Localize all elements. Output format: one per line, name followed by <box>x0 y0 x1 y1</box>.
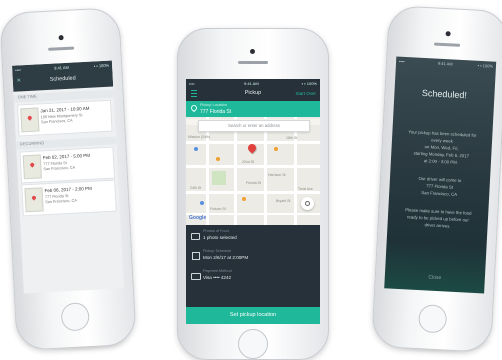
poi-marker <box>216 157 220 161</box>
nav-bar: •••• 9:41 AM ▪ ▪ 100% × Scheduled <box>11 60 114 92</box>
street-label: 22nd St <box>242 160 255 164</box>
speaker-grille <box>48 46 75 51</box>
street-label: 24th St <box>190 186 202 190</box>
map-pin-icon <box>31 194 37 201</box>
phone-scheduled-confirmation: •••• 9:41 AM ▪ ▪ 100% Scheduled! Your pi… <box>371 5 502 353</box>
search-input[interactable]: Search or enter an address <box>198 120 310 132</box>
battery-status: ▪ ▪ 100% <box>93 62 110 69</box>
detail-label: Payment Method <box>203 269 232 273</box>
phone-scheduled-list: •••• 9:41 AM ▪ ▪ 100% × Scheduled ONE TI… <box>0 7 137 351</box>
cta-label: Set pickup location <box>229 312 277 318</box>
poi-marker <box>242 197 246 201</box>
status-bar: •••• 9:41 AM ▪ ▪ 100% <box>186 79 320 88</box>
pickup-location-label: Pickup Location <box>200 103 227 107</box>
status-bar: •••• 9:41 AM ▪ ▪ 100% <box>396 57 496 71</box>
front-camera <box>250 49 255 54</box>
street <box>294 117 297 225</box>
status-time: 9:41 AM <box>437 60 453 67</box>
street <box>206 117 209 225</box>
detail-value: Mon 2/6/17 at 2:00PM <box>203 255 249 260</box>
close-button[interactable]: Close <box>385 272 485 283</box>
set-pickup-location-button[interactable]: Set pickup location <box>186 307 320 324</box>
location-pin-icon <box>189 103 199 113</box>
details-panel: Photos of Food 1 photo selected Pickup S… <box>186 225 320 307</box>
map-pin-icon <box>29 162 36 168</box>
battery-status: ▪ ▪ 100% <box>301 81 317 86</box>
status-bar: •••• 9:41 AM ▪ ▪ 100% <box>12 61 112 75</box>
pickup-pin-icon[interactable] <box>246 142 258 154</box>
screen: •••• 9:41 AM ▪ ▪ 100% × Scheduled ONE TI… <box>11 60 124 294</box>
crosshair-icon <box>305 201 310 206</box>
pickup-city: San Francisco, CA <box>45 198 77 205</box>
street-label: Harrison St <box>268 173 286 177</box>
list-item[interactable]: Jan 21, 2017 - 10:00 AM 180 New Montgome… <box>17 99 113 137</box>
street-label: Florida St <box>246 181 261 185</box>
carrier-signal: •••• <box>15 67 21 73</box>
detail-value: 1 photo selected <box>203 235 237 240</box>
street-label: Mission (24th) <box>188 135 210 139</box>
start-over-button[interactable]: Start Over <box>295 91 316 96</box>
screen: •••• 9:41 AM ▪ ▪ 100% Pickup Start Over … <box>186 79 320 324</box>
street <box>264 117 267 225</box>
map-view[interactable]: Mission (24th) 22nd St Harrison St Flori… <box>186 117 320 225</box>
map-thumbnail <box>22 154 42 180</box>
poi-marker <box>194 147 198 151</box>
camera-icon <box>191 233 200 240</box>
map-thumbnail <box>20 107 40 133</box>
status-time: 9:41 AM <box>54 64 69 71</box>
poi-marker <box>274 147 278 151</box>
pickup-city: San Francisco, CA <box>40 118 73 125</box>
list-item[interactable]: Feb 02, 2017 - 5:00 PM 777 Florida St Sa… <box>19 146 116 184</box>
pickup-location-value: 777 Florida St <box>200 109 232 115</box>
calendar-icon <box>192 252 200 260</box>
home-button[interactable] <box>238 329 268 359</box>
phone-pickup-map: •••• 9:41 AM ▪ ▪ 100% Pickup Start Over … <box>177 28 329 360</box>
map-thumbnail <box>24 187 44 213</box>
detail-row-schedule[interactable]: Pickup Schedule Mon 2/6/17 at 2:00PM <box>186 249 320 267</box>
battery-status: ▪ ▪ 100% <box>477 62 494 69</box>
map-pin-icon <box>26 115 33 121</box>
page-title: Scheduled <box>49 75 76 83</box>
park-area <box>212 171 226 185</box>
home-button[interactable] <box>417 304 448 334</box>
google-logo: Google <box>189 215 207 221</box>
detail-label: Pickup Schedule <box>203 249 232 253</box>
poi-marker <box>200 201 204 205</box>
street <box>234 117 237 225</box>
front-camera <box>445 31 451 37</box>
speaker-grille <box>238 61 268 64</box>
front-camera <box>58 35 64 41</box>
street-label: Folsom St <box>210 207 226 211</box>
street-label: Treat Ave <box>298 187 313 191</box>
pickup-city: San Francisco, CA <box>43 165 76 172</box>
carrier-signal: •••• <box>189 81 195 86</box>
card-icon <box>191 273 201 280</box>
detail-label: Photos of Food <box>203 229 229 233</box>
pickup-date: Feb 06, 2017 - 2:00 PM <box>44 185 92 194</box>
confirmation-title: Scheduled! <box>421 87 468 101</box>
street-label: 18th St <box>286 136 298 140</box>
pickup-location-bar[interactable]: Pickup Location 777 Florida St <box>186 101 320 117</box>
status-time: 9:41 AM <box>244 81 259 86</box>
home-button[interactable] <box>60 302 90 332</box>
detail-row-photos[interactable]: Photos of Food 1 photo selected <box>186 229 320 247</box>
carrier-signal: •••• <box>398 58 405 64</box>
detail-value: Visa •••• 4242 <box>203 275 232 280</box>
street-label: Bryant St <box>276 199 291 203</box>
screen: •••• 9:41 AM ▪ ▪ 100% Scheduled! Your pi… <box>384 56 497 294</box>
speaker-grille <box>433 42 461 47</box>
detail-row-payment[interactable]: Payment Method Visa •••• 4242 <box>186 269 320 287</box>
my-location-button[interactable] <box>301 197 314 210</box>
search-placeholder: Search or enter an address <box>227 123 281 128</box>
list-item[interactable]: Feb 06, 2017 - 2:00 PM 777 Florida St Sa… <box>21 179 117 217</box>
nav-bar: •••• 9:41 AM ▪ ▪ 100% Pickup Start Over <box>186 79 320 101</box>
pickup-date: Feb 02, 2017 - 5:00 PM <box>42 152 91 161</box>
